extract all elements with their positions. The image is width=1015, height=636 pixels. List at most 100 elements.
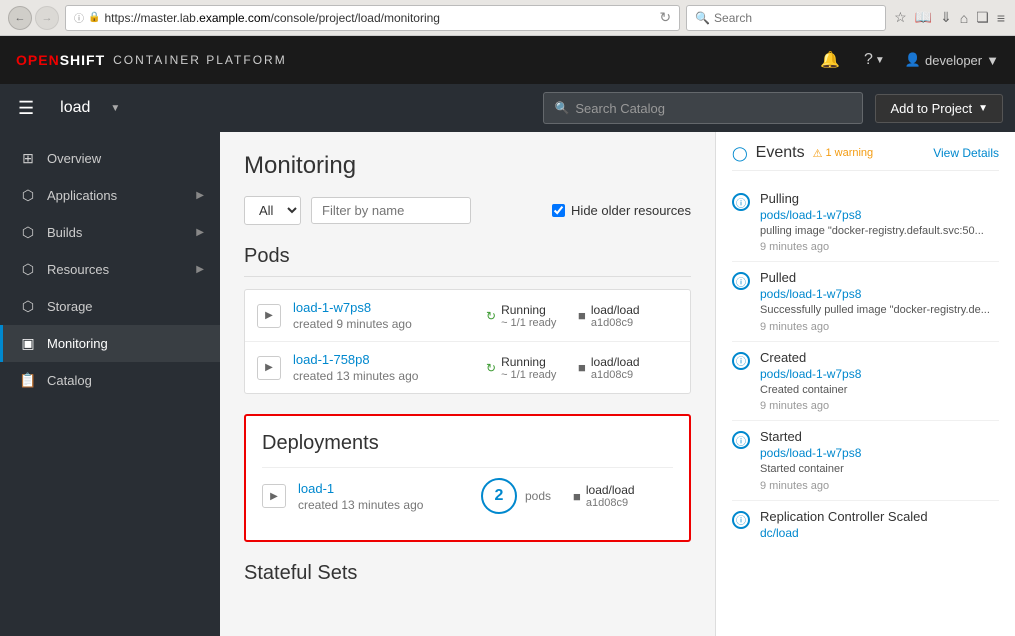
user-caret: ▼ [986, 53, 999, 68]
deploy-expand-button-0[interactable]: ▶ [262, 484, 286, 508]
pod-link-1[interactable]: load-1-758p8 [293, 352, 370, 367]
filter-select[interactable]: All [244, 196, 301, 225]
project-dropdown[interactable]: ▼ [110, 103, 120, 114]
download-icon[interactable]: ⇓ [938, 7, 954, 28]
catalog-search[interactable]: 🔍 [543, 92, 863, 124]
filter-input[interactable] [311, 197, 471, 224]
address-bar[interactable]: ⓘ 🔒 https://master.lab.example.com/conso… [65, 5, 680, 31]
hide-older-resources-label: Hide older resources [552, 203, 691, 218]
warning-text: 1 warning [825, 147, 873, 159]
list-item: ⓘ Pulled pods/load-1-w7ps8 Successfully … [732, 262, 999, 341]
sidebar-item-catalog[interactable]: 📋 Catalog [0, 362, 220, 399]
deploy-image-0: ■ load/load a1d08c9 [573, 483, 673, 509]
event-desc-3: Started container [760, 462, 999, 477]
table-row: ▶ load-1-w7ps8 created 9 minutes ago ↻ R… [245, 290, 690, 342]
pod-expand-button-1[interactable]: ▶ [257, 356, 281, 380]
forward-button[interactable]: → [35, 6, 59, 30]
event-icon-1: ⓘ [732, 272, 750, 290]
event-link-4[interactable]: dc/load [760, 526, 999, 540]
add-to-project-label: Add to Project [890, 101, 972, 116]
sidebar-label-builds: Builds [47, 225, 186, 240]
event-link-0[interactable]: pods/load-1-w7ps8 [760, 208, 999, 222]
hide-older-checkbox[interactable] [552, 204, 565, 217]
pod-image-1: ■ load/load a1d08c9 [578, 355, 678, 381]
bookmark-icon[interactable]: 📖 [913, 7, 934, 28]
add-to-project-caret: ▼ [978, 103, 988, 114]
browser-menu-icon[interactable]: ≡ [995, 8, 1007, 28]
event-content-4: Replication Controller Scaled dc/load [760, 509, 999, 542]
pod-link-0[interactable]: load-1-w7ps8 [293, 300, 371, 315]
deployments-list: ▶ load-1 created 13 minutes ago 2 pods ■… [262, 467, 673, 524]
event-link-3[interactable]: pods/load-1-w7ps8 [760, 446, 999, 460]
resources-icon: ⬡ [19, 261, 37, 278]
deploy-info-0: load-1 created 13 minutes ago [298, 481, 469, 512]
sidebar-item-storage[interactable]: ⬡ Storage [0, 288, 220, 325]
overview-icon: ⊞ [19, 150, 37, 167]
deploy-pods-count: 2 pods [481, 478, 561, 514]
pod-status-text-1: Running [501, 355, 556, 369]
storage-icon: ⬡ [19, 298, 37, 315]
sidebar-item-overview[interactable]: ⊞ Overview [0, 140, 220, 177]
event-link-1[interactable]: pods/load-1-w7ps8 [760, 287, 999, 301]
user-menu[interactable]: 👤 developer ▼ [905, 52, 999, 68]
browser-search-input[interactable] [714, 11, 877, 25]
sidebar: ⊞ Overview ⬡ Applications ▶ ⬡ Builds ▶ ⬡… [0, 132, 220, 636]
events-header: ◯ Events ⚠ 1 warning View Details [732, 144, 999, 171]
add-to-project-button[interactable]: Add to Project ▼ [875, 94, 1003, 123]
applications-arrow: ▶ [196, 190, 204, 201]
list-item: ⓘ Created pods/load-1-w7ps8 Created cont… [732, 342, 999, 421]
star-icon[interactable]: ☆ [892, 7, 909, 28]
browser-nav-buttons: ← → [8, 6, 59, 30]
sidebar-label-monitoring: Monitoring [47, 336, 204, 351]
event-icon-2: ⓘ [732, 352, 750, 370]
pod-ready-0: ~ 1/1 ready [501, 317, 556, 329]
events-panel: ◯ Events ⚠ 1 warning View Details ⓘ Pull… [715, 132, 1015, 636]
pod-ready-1: ~ 1/1 ready [501, 369, 556, 381]
help-caret: ▼ [875, 55, 885, 66]
sidebar-item-builds[interactable]: ⬡ Builds ▶ [0, 214, 220, 251]
notifications-button[interactable]: 🔔 [816, 46, 844, 74]
sidebar-item-monitoring[interactable]: ▣ Monitoring [0, 325, 220, 362]
event-link-2[interactable]: pods/load-1-w7ps8 [760, 367, 999, 381]
builds-icon: ⬡ [19, 224, 37, 241]
deploy-link-0[interactable]: load-1 [298, 481, 334, 496]
pocket-icon[interactable]: ❏ [974, 7, 991, 28]
view-details-link[interactable]: View Details [933, 146, 999, 160]
page-title: Monitoring [244, 152, 691, 180]
browser-search-bar[interactable]: 🔍 [686, 5, 886, 31]
help-button[interactable]: ? ▼ [860, 47, 889, 73]
resources-arrow: ▶ [196, 264, 204, 275]
image-icon-0: ■ [578, 308, 586, 323]
sidebar-label-applications: Applications [47, 188, 186, 203]
sidebar-item-applications[interactable]: ⬡ Applications ▶ [0, 177, 220, 214]
sidebar-item-resources[interactable]: ⬡ Resources ▶ [0, 251, 220, 288]
back-button[interactable]: ← [8, 6, 32, 30]
event-time-0: 9 minutes ago [760, 241, 999, 253]
sidebar-label-storage: Storage [47, 299, 204, 314]
pods-section-title: Pods [244, 245, 691, 277]
user-name: developer [925, 53, 982, 68]
pod-meta-1: created 13 minutes ago [293, 369, 474, 383]
pod-image-0: ■ load/load a1d08c9 [578, 303, 678, 329]
pod-status-1: ↻ Running ~ 1/1 ready [486, 355, 566, 381]
pod-meta-0: created 9 minutes ago [293, 317, 474, 331]
running-icon-1: ↻ [486, 361, 496, 375]
content-area: Monitoring All Hide older resources Pods… [220, 132, 715, 636]
brand-subtitle: CONTAINER PLATFORM [113, 53, 287, 67]
sidebar-toggle[interactable]: ☰ [12, 94, 40, 123]
pod-status-text-0: Running [501, 303, 556, 317]
reload-icon[interactable]: ↻ [659, 9, 671, 26]
help-icon: ? [864, 51, 873, 69]
pod-expand-button-0[interactable]: ▶ [257, 304, 281, 328]
home-icon[interactable]: ⌂ [958, 8, 970, 28]
list-item: ⓘ Started pods/load-1-w7ps8 Started cont… [732, 421, 999, 500]
stateful-sets-title: Stateful Sets [244, 562, 691, 585]
event-content-2: Created pods/load-1-w7ps8 Created contai… [760, 350, 999, 412]
pods-list: ▶ load-1-w7ps8 created 9 minutes ago ↻ R… [244, 289, 691, 394]
pod-image-name-0: load/load [591, 303, 640, 317]
browser-toolbar-icons: ☆ 📖 ⇓ ⌂ ❏ ≡ [892, 7, 1007, 28]
brand-logo: OPENSHIFT [16, 52, 105, 68]
catalog-search-input[interactable] [575, 101, 852, 116]
catalog-search-icon: 🔍 [554, 101, 569, 115]
event-type-2: Created [760, 350, 999, 365]
